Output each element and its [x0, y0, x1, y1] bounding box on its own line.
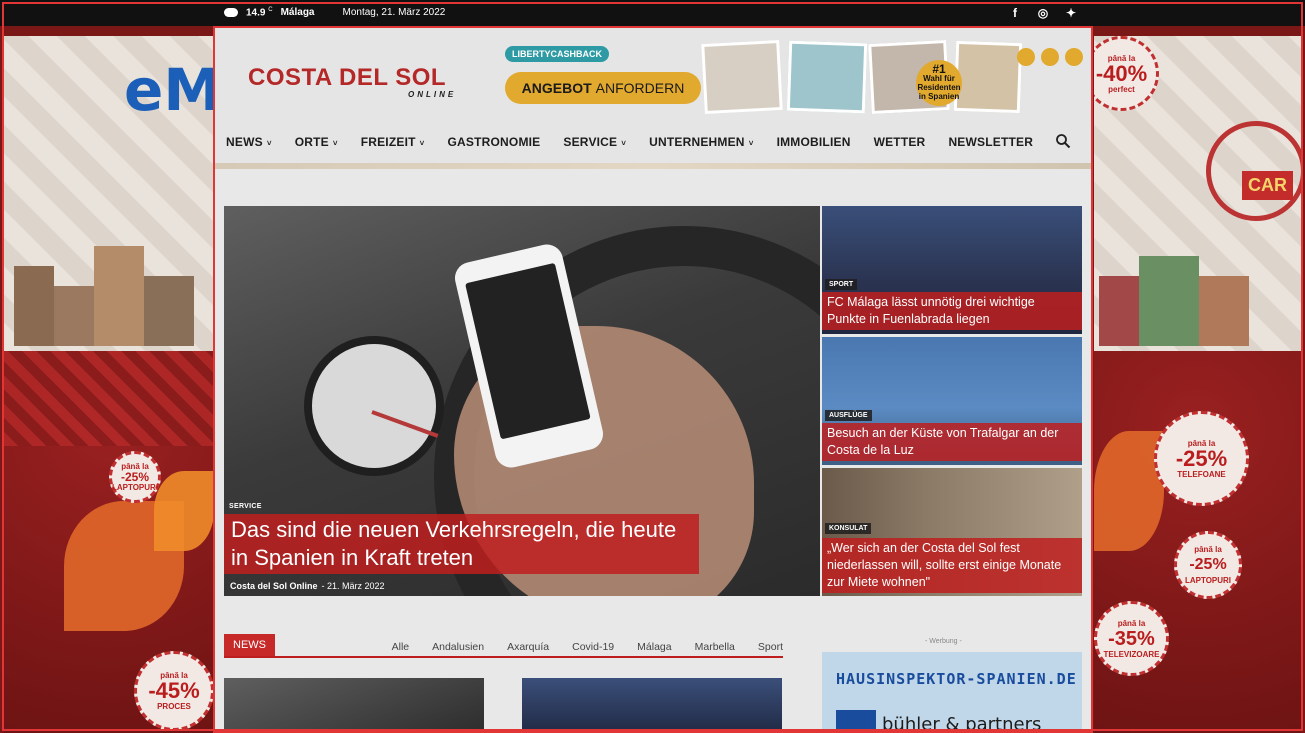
header-ad-banner[interactable]: LIBERTYCASHBACK ANGEBOT ANFORDERN #1 Wahl…: [505, 40, 1085, 116]
nav-item-freizeit[interactable]: FREIZEIT ˅: [361, 135, 425, 149]
nav-item-unternehmen[interactable]: UNTERNEHMEN ˅: [649, 135, 753, 149]
right-ad-upper: până la -40% perfect CAR: [1094, 36, 1301, 351]
discount-badge: până la -25% LAPTOPURI: [109, 451, 161, 503]
main-content: COSTA DEL SOL ONLINE LIBERTYCASHBACK ANG…: [213, 26, 1093, 733]
discount-badge: până la -40% perfect: [1094, 36, 1159, 111]
ad-icon: [1065, 48, 1083, 66]
building-illustration: [1099, 276, 1139, 346]
main-nav: NEWS ˅ ORTE ˅ FREIZEIT ˅ GASTRONOMIE SERVIC…: [215, 128, 1091, 156]
article-category[interactable]: SERVICE: [229, 503, 262, 510]
ad-label: - Werbung -: [925, 638, 962, 645]
city-name: Málaga: [280, 7, 315, 19]
building-illustration: [144, 276, 194, 346]
side-article[interactable]: SPORT FC Málaga lässt unnötig drei wicht…: [822, 206, 1082, 334]
article-title[interactable]: Das sind die neuen Verkehrsregeln, die h…: [224, 514, 699, 574]
filter-tab[interactable]: Málaga: [637, 641, 671, 653]
diamond-pattern: [4, 351, 214, 446]
logo-subtitle: ONLINE: [408, 90, 457, 99]
nav-item-gastronomie[interactable]: GASTRONOMIE: [448, 135, 541, 149]
nav-item-immobilien[interactable]: IMMOBILIEN: [777, 135, 851, 149]
emag-logo: eM: [124, 56, 214, 124]
side-article[interactable]: KONSULAT „Wer sich an der Costa del Sol …: [822, 468, 1082, 596]
discount-badge: până la -25% LAPTOPURI: [1174, 531, 1242, 599]
discount-badge: până la -45% PROCES: [134, 651, 214, 731]
nav-item-orte[interactable]: ORTE ˅: [295, 135, 338, 149]
filter-tab[interactable]: Andalusien: [432, 641, 484, 653]
chevron-down-icon: ˅: [332, 139, 338, 148]
article-category[interactable]: AUSFLÜGE: [825, 410, 872, 421]
ad-photo: [701, 40, 783, 114]
article-title[interactable]: FC Málaga lässt unnötig drei wichtige Pu…: [822, 292, 1082, 330]
news-section-header: NEWS Alle Andalusien Axarquía Covid-19 M…: [224, 634, 783, 658]
nav-item-wetter[interactable]: WETTER: [874, 135, 926, 149]
article-meta: Costa del Sol Online - 21. März 2022: [230, 581, 385, 591]
temperature: 14.9 C: [246, 7, 273, 19]
weather-info: 14.9 C Málaga Montag, 21. März 2022: [224, 7, 445, 18]
building-illustration: [94, 246, 144, 346]
chevron-down-icon: ˅: [419, 139, 425, 148]
article-category[interactable]: SPORT: [825, 279, 858, 290]
side-article[interactable]: AUSFLÜGE Besuch an der Küste von Trafalg…: [822, 337, 1082, 465]
article-title[interactable]: „Wer sich an der Costa del Sol fest nied…: [822, 538, 1082, 593]
leaf-illustration: [1094, 431, 1164, 551]
filter-tab[interactable]: Marbella: [695, 641, 735, 653]
ad-logo-mark: [836, 710, 876, 731]
featured-article[interactable]: SERVICE Das sind die neuen Verkehrsregel…: [224, 206, 820, 596]
ad-company: bühler & partners: [882, 714, 1042, 733]
instagram-icon[interactable]: ◎: [1036, 6, 1050, 20]
news-section-tag[interactable]: NEWS: [224, 634, 275, 656]
ad-brand-tag: LIBERTYCASHBACK: [505, 46, 609, 62]
left-ad-upper: eM: [4, 36, 214, 351]
top-bar: 14.9 C Málaga Montag, 21. März 2022 f ◎ …: [0, 0, 1305, 26]
nav-item-service[interactable]: SERVICE ˅: [563, 135, 626, 149]
building-illustration: [1139, 256, 1199, 346]
nav-item-newsletter[interactable]: NEWSLETTER: [948, 135, 1033, 149]
ad-photo: [953, 40, 1023, 114]
discount-badge: până la -35% TELEVIZOARE: [1094, 601, 1169, 676]
building-illustration: [14, 266, 54, 346]
chevron-down-icon: ˅: [621, 139, 627, 148]
article-category[interactable]: KONSULAT: [825, 523, 872, 534]
right-ad-lower: până la -25% TELEFOANE până la -25% LAPT…: [1094, 351, 1301, 733]
carnival-sign: CAR: [1242, 171, 1293, 200]
chevron-down-icon: ˅: [266, 139, 272, 148]
leaf-illustration: [154, 471, 214, 551]
left-side-ad[interactable]: eM până la -25% LAPTOPURI până la -45% P…: [4, 26, 214, 733]
current-date: Montag, 21. März 2022: [342, 7, 446, 19]
twitter-icon[interactable]: ✦: [1064, 6, 1078, 20]
filter-tab[interactable]: Sport: [758, 641, 783, 653]
search-icon[interactable]: [1055, 133, 1071, 149]
right-side-ad[interactable]: până la -40% perfect CAR până la -25% TE…: [1094, 26, 1301, 733]
ad-photo: [786, 40, 868, 114]
ad-icon: [1041, 48, 1059, 66]
speedometer-image: [304, 336, 444, 476]
filter-tab[interactable]: Covid-19: [572, 641, 614, 653]
site-header: COSTA DEL SOL ONLINE LIBERTYCASHBACK ANG…: [215, 28, 1091, 163]
discount-badge: până la -25% TELEFOANE: [1154, 411, 1249, 506]
sidebar-ad[interactable]: HAUSINSPEKTOR-SPANIEN.DE bühler & partne…: [822, 652, 1082, 733]
news-thumbnail[interactable]: [522, 678, 782, 731]
building-illustration: [54, 286, 94, 346]
filter-tab[interactable]: Alle: [392, 641, 410, 653]
chevron-down-icon: ˅: [748, 139, 754, 148]
social-links: f ◎ ✦: [1008, 6, 1078, 20]
cloud-icon: [224, 8, 238, 18]
left-ad-lower: până la -25% LAPTOPURI până la -45% PROC…: [4, 351, 214, 733]
filter-tab[interactable]: Axarquía: [507, 641, 549, 653]
article-title[interactable]: Besuch an der Küste von Trafalgar an der…: [822, 423, 1082, 461]
header-divider: [215, 163, 1091, 169]
news-filter-tabs: Alle Andalusien Axarquía Covid-19 Málaga…: [392, 641, 783, 653]
news-thumbnail[interactable]: [224, 678, 484, 731]
ad-domain: HAUSINSPEKTOR-SPANIEN.DE: [836, 670, 1077, 688]
ad-cta-button[interactable]: ANGEBOT ANFORDERN: [505, 72, 701, 104]
site-logo[interactable]: COSTA DEL SOL ONLINE: [248, 64, 453, 99]
ad-rank-badge: #1 Wahl für Residenten in Spanien: [916, 60, 962, 106]
nav-item-news[interactable]: NEWS ˅: [226, 135, 272, 149]
building-illustration: [1199, 276, 1249, 346]
ad-icon: [1017, 48, 1035, 66]
facebook-icon[interactable]: f: [1008, 6, 1022, 20]
